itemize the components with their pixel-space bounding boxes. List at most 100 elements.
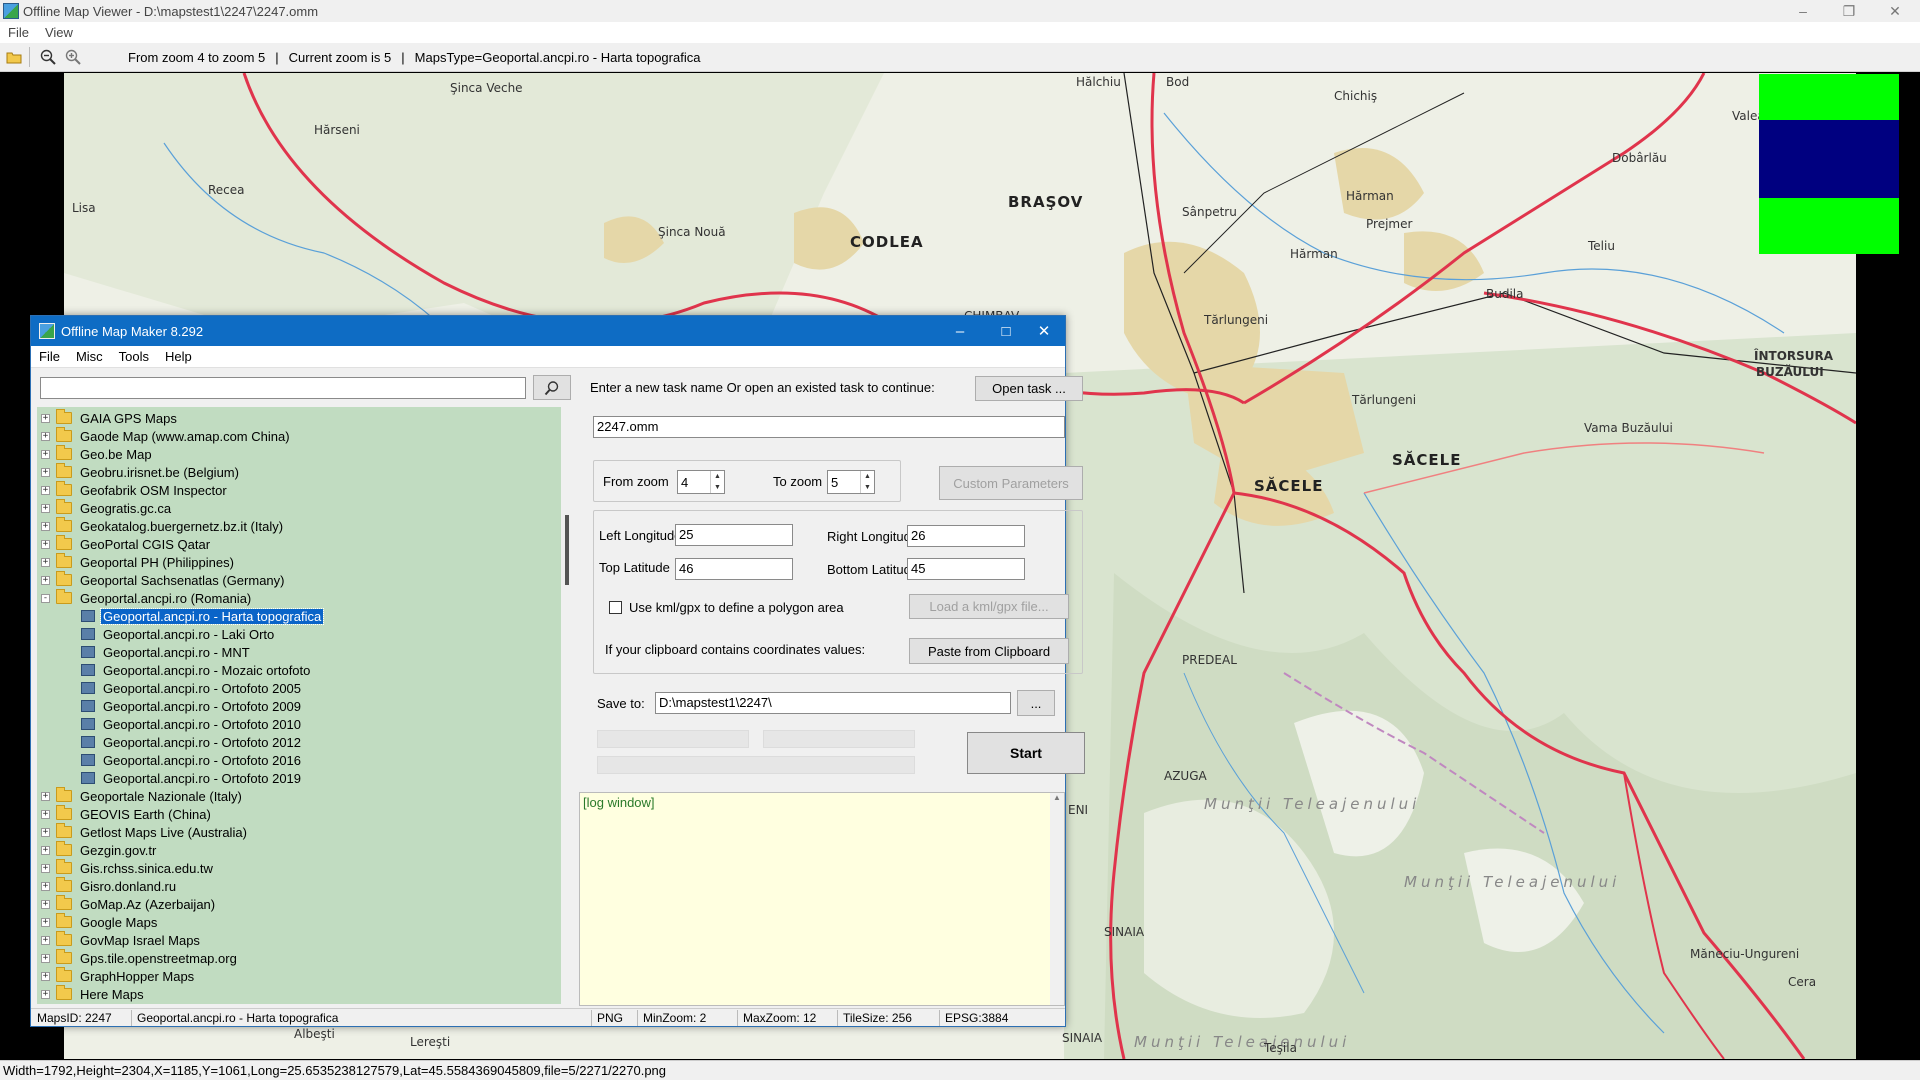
expand-icon[interactable]: +	[41, 863, 50, 873]
expand-icon[interactable]: +	[41, 431, 50, 441]
tree-folder-item[interactable]: + Getlost Maps Live (Australia)	[41, 823, 249, 841]
tree-folder-item[interactable]: + Geofabrik OSM Inspector	[41, 481, 229, 499]
left-longitude-label: Left Longitude	[599, 528, 682, 543]
expand-icon[interactable]: +	[41, 827, 50, 837]
expand-icon[interactable]: +	[41, 935, 50, 945]
search-button[interactable]	[533, 375, 571, 400]
use-kml-checkbox[interactable]	[609, 601, 622, 614]
expand-icon[interactable]: +	[41, 899, 50, 909]
menu-misc[interactable]: Misc	[68, 349, 111, 364]
expand-icon[interactable]: +	[41, 809, 50, 819]
zoom-in-icon[interactable]	[62, 46, 84, 68]
scrollbar-thumb[interactable]	[565, 515, 569, 585]
tree-scrollbar[interactable]	[561, 407, 575, 1004]
log-scrollbar[interactable]: ▲	[1050, 793, 1064, 1005]
tree-map-item[interactable]: Geoportal.ancpi.ro - MNT	[81, 643, 252, 661]
tree-folder-item[interactable]: + GovMap Israel Maps	[41, 931, 202, 949]
tree-folder-item[interactable]: + GoMap.Az (Azerbaijan)	[41, 895, 217, 913]
menu-tools[interactable]: Tools	[111, 349, 157, 364]
expand-icon[interactable]: +	[41, 917, 50, 927]
left-longitude-field[interactable]: 25	[675, 524, 793, 546]
tree-folder-item[interactable]: + Geoportal Sachsenatlas (Germany)	[41, 571, 286, 589]
expand-icon[interactable]: +	[41, 521, 50, 531]
tree-map-item[interactable]: Geoportal.ancpi.ro - Ortofoto 2016	[81, 751, 303, 769]
tree-folder-item[interactable]: + Geo.be Map	[41, 445, 154, 463]
tree-folder-item[interactable]: + GraphHopper Maps	[41, 967, 196, 985]
task-prompt-label: Enter a new task name Or open an existed…	[590, 380, 935, 395]
tree-folder-item[interactable]: + Gis.rchss.sinica.edu.tw	[41, 859, 215, 877]
expand-icon[interactable]: +	[41, 971, 50, 981]
expand-icon[interactable]: +	[41, 539, 50, 549]
tree-folder-item[interactable]: + Gps.tile.openstreetmap.org	[41, 949, 239, 967]
zoom-out-icon[interactable]	[37, 46, 59, 68]
tree-folder-item[interactable]: + Geobru.irisnet.be (Belgium)	[41, 463, 241, 481]
tree-folder-item[interactable]: - Geoportal.ancpi.ro (Romania)	[41, 589, 253, 607]
task-name-field[interactable]: 2247.omm	[593, 416, 1065, 438]
tree-folder-item[interactable]: + Geogratis.gc.ca	[41, 499, 173, 517]
expand-icon[interactable]: +	[41, 503, 50, 513]
start-button[interactable]: Start	[967, 732, 1085, 774]
from-zoom-stepper[interactable]: 4 ▲ ▼	[677, 470, 725, 494]
menu-help[interactable]: Help	[157, 349, 200, 364]
expand-icon[interactable]: +	[41, 881, 50, 891]
menu-view[interactable]: View	[37, 25, 81, 40]
tree-folder-item[interactable]: + Gaode Map (www.amap.com China)	[41, 427, 292, 445]
load-kml-button[interactable]: Load a kml/gpx file...	[909, 594, 1069, 619]
tree-folder-item[interactable]: + Gisro.donland.ru	[41, 877, 178, 895]
bottom-latitude-field[interactable]: 45	[907, 558, 1025, 580]
expand-icon[interactable]: +	[41, 791, 50, 801]
dialog-minimize-button[interactable]: –	[937, 316, 983, 346]
tree-folder-item[interactable]: + Here Maps	[41, 985, 146, 1003]
right-longitude-field[interactable]: 26	[907, 525, 1025, 547]
expand-icon[interactable]: +	[41, 845, 50, 855]
tree-map-item[interactable]: Geoportal.ancpi.ro - Harta topografica	[81, 607, 325, 625]
expand-icon[interactable]: +	[41, 989, 50, 999]
top-latitude-field[interactable]: 46	[675, 558, 793, 580]
log-window[interactable]: [log window] ▲	[579, 792, 1065, 1006]
dialog-titlebar[interactable]: Offline Map Maker 8.292 – □ ✕	[31, 316, 1065, 346]
expand-icon[interactable]: +	[41, 575, 50, 585]
tree-folder-item[interactable]: + Google Maps	[41, 913, 159, 931]
tree-map-item[interactable]: Geoportal.ancpi.ro - Ortofoto 2019	[81, 769, 303, 787]
restore-button[interactable]: ❐	[1826, 0, 1872, 22]
open-task-button[interactable]: Open task ...	[975, 376, 1083, 401]
paste-from-clipboard-button[interactable]: Paste from Clipboard	[909, 638, 1069, 664]
stepper-arrows-icon[interactable]: ▲ ▼	[860, 471, 874, 493]
tree-folder-item[interactable]: + GAIA GPS Maps	[41, 409, 179, 427]
map-tile-icon	[81, 646, 95, 658]
expand-icon[interactable]: +	[41, 953, 50, 963]
browse-button[interactable]: ...	[1017, 690, 1055, 716]
tree-map-item[interactable]: Geoportal.ancpi.ro - Ortofoto 2009	[81, 697, 303, 715]
tree-folder-item[interactable]: + GEOVIS Earth (China)	[41, 805, 213, 823]
expand-icon[interactable]: +	[41, 413, 50, 423]
tree-map-item[interactable]: Geoportal.ancpi.ro - Mozaic ortofoto	[81, 661, 312, 679]
map-source-tree[interactable]: + GAIA GPS Maps + Gaode Map (www.amap.com C…	[37, 407, 561, 1004]
menu-file[interactable]: File	[0, 25, 37, 40]
dialog-close-button[interactable]: ✕	[1021, 316, 1067, 346]
to-zoom-stepper[interactable]: 5 ▲ ▼	[827, 470, 875, 494]
tree-folder-item[interactable]: + GeoPortal CGIS Qatar	[41, 535, 212, 553]
close-button[interactable]: ✕	[1872, 0, 1918, 22]
tree-map-item[interactable]: Geoportal.ancpi.ro - Ortofoto 2005	[81, 679, 303, 697]
stepper-arrows-icon[interactable]: ▲ ▼	[710, 471, 724, 493]
expand-icon[interactable]: +	[41, 467, 50, 477]
tree-map-item[interactable]: Geoportal.ancpi.ro - Laki Orto	[81, 625, 276, 643]
expand-icon[interactable]: +	[41, 449, 50, 459]
tree-folder-item[interactable]: + Geokatalog.buergernetz.bz.it (Italy)	[41, 517, 285, 535]
open-folder-icon[interactable]	[3, 46, 25, 68]
expand-icon[interactable]: +	[41, 485, 50, 495]
custom-parameters-button[interactable]: Custom Parameters	[939, 466, 1083, 500]
tree-folder-item[interactable]: + Geoportal PH (Philippines)	[41, 553, 236, 571]
folder-icon	[56, 823, 72, 838]
tree-folder-item[interactable]: + Gezgin.gov.tr	[41, 841, 158, 859]
search-input[interactable]	[40, 377, 526, 399]
tree-map-item[interactable]: Geoportal.ancpi.ro - Ortofoto 2012	[81, 733, 303, 751]
map-label: Teşila	[1264, 1041, 1297, 1055]
collapse-icon[interactable]: -	[41, 593, 50, 603]
save-to-field[interactable]: D:\mapstest1\2247\	[655, 692, 1011, 714]
tree-folder-item[interactable]: + Geoportale Nazionale (Italy)	[41, 787, 244, 805]
tree-map-item[interactable]: Geoportal.ancpi.ro - Ortofoto 2010	[81, 715, 303, 733]
expand-icon[interactable]: +	[41, 557, 50, 567]
minimize-button[interactable]: –	[1780, 0, 1826, 22]
menu-file[interactable]: File	[31, 349, 68, 364]
